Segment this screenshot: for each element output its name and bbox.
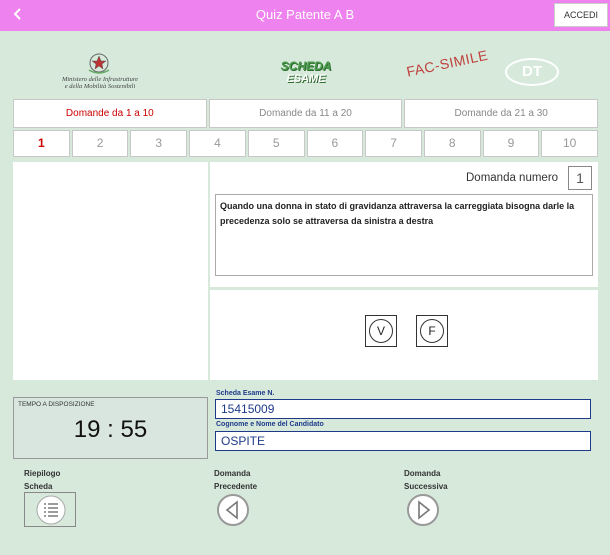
false-answer-button[interactable]: F	[416, 315, 448, 347]
question-tab-2[interactable]: 2	[72, 130, 129, 157]
true-answer-button[interactable]: V	[365, 315, 397, 347]
next-label-line2: Successiva	[404, 480, 448, 493]
top-bar: Quiz Patente A B ACCEDI	[0, 0, 610, 31]
question-group-tabs: Domande da 1 a 10 Domande da 11 a 20 Dom…	[13, 99, 598, 128]
question-tab-4[interactable]: 4	[189, 130, 246, 157]
tab-questions-21-30[interactable]: Domande da 21 a 30	[404, 99, 598, 128]
question-tab-10[interactable]: 10	[541, 130, 598, 157]
question-number-value: 1	[568, 166, 592, 190]
tab-questions-1-10[interactable]: Domande da 1 a 10	[13, 99, 207, 128]
false-answer-label: F	[420, 319, 444, 343]
next-label-line1: Domanda	[404, 467, 448, 480]
question-tab-1[interactable]: 1	[13, 130, 70, 157]
previous-question-button[interactable]	[216, 493, 250, 527]
question-text: Quando una donna in stato di gravidanza …	[215, 194, 593, 276]
next-question-button[interactable]	[406, 493, 440, 527]
question-number-tabs: 1 2 3 4 5 6 7 8 9 10	[13, 130, 598, 157]
question-panel: Domanda numero 1 Quando una donna in sta…	[210, 162, 598, 287]
summary-label-line1: Riepilogo	[24, 467, 60, 480]
arrow-left-icon	[216, 493, 250, 527]
question-tab-7[interactable]: 7	[365, 130, 422, 157]
true-answer-label: V	[369, 319, 393, 343]
next-label: Domanda Successiva	[404, 467, 448, 493]
prev-label: Domanda Precedente	[214, 467, 257, 493]
scheda-number-field: 15415009	[215, 399, 591, 419]
list-icon	[25, 493, 77, 528]
question-tab-8[interactable]: 8	[424, 130, 481, 157]
prev-label-line2: Precedente	[214, 480, 257, 493]
scheda-logo-line2: ESAME	[262, 73, 350, 86]
ministry-line2: e della Mobilità Sostenibili	[52, 83, 148, 90]
scheda-number-label: Scheda Esame N.	[216, 390, 274, 397]
facsimile-stamp: FAC-SIMILE	[405, 47, 489, 80]
question-image-panel	[13, 162, 208, 380]
ministry-logo: Ministero delle Infrastrutture e della M…	[52, 52, 148, 98]
tab-questions-11-20[interactable]: Domande da 11 a 20	[209, 99, 403, 128]
dt-logo: DT	[505, 58, 559, 86]
summary-button[interactable]	[24, 492, 76, 527]
timer-label: TEMPO A DISPOSIZIONE	[18, 401, 95, 408]
timer-value: 19 : 55	[14, 416, 207, 444]
question-tab-3[interactable]: 3	[130, 130, 187, 157]
scheda-logo-line1: SCHEDA	[262, 60, 350, 73]
question-tab-9[interactable]: 9	[483, 130, 540, 157]
question-tab-5[interactable]: 5	[248, 130, 305, 157]
question-tab-6[interactable]: 6	[307, 130, 364, 157]
summary-label: Riepilogo Scheda	[24, 467, 60, 493]
scheda-esame-logo: SCHEDA ESAME	[262, 60, 350, 86]
timer-box: TEMPO A DISPOSIZIONE 19 : 55	[13, 397, 208, 459]
app-title: Quiz Patente A B	[0, 7, 610, 22]
candidate-name-field: OSPITE	[215, 431, 591, 451]
login-button[interactable]: ACCEDI	[554, 3, 608, 27]
candidate-name-label: Cognome e Nome del Candidato	[216, 421, 324, 428]
ministry-line1: Ministero delle Infrastrutture	[52, 76, 148, 83]
prev-label-line1: Domanda	[214, 467, 257, 480]
question-number-label: Domanda numero	[466, 172, 558, 184]
arrow-right-icon	[406, 493, 440, 527]
answer-panel: V F	[210, 290, 598, 380]
emblem-icon	[85, 52, 113, 76]
